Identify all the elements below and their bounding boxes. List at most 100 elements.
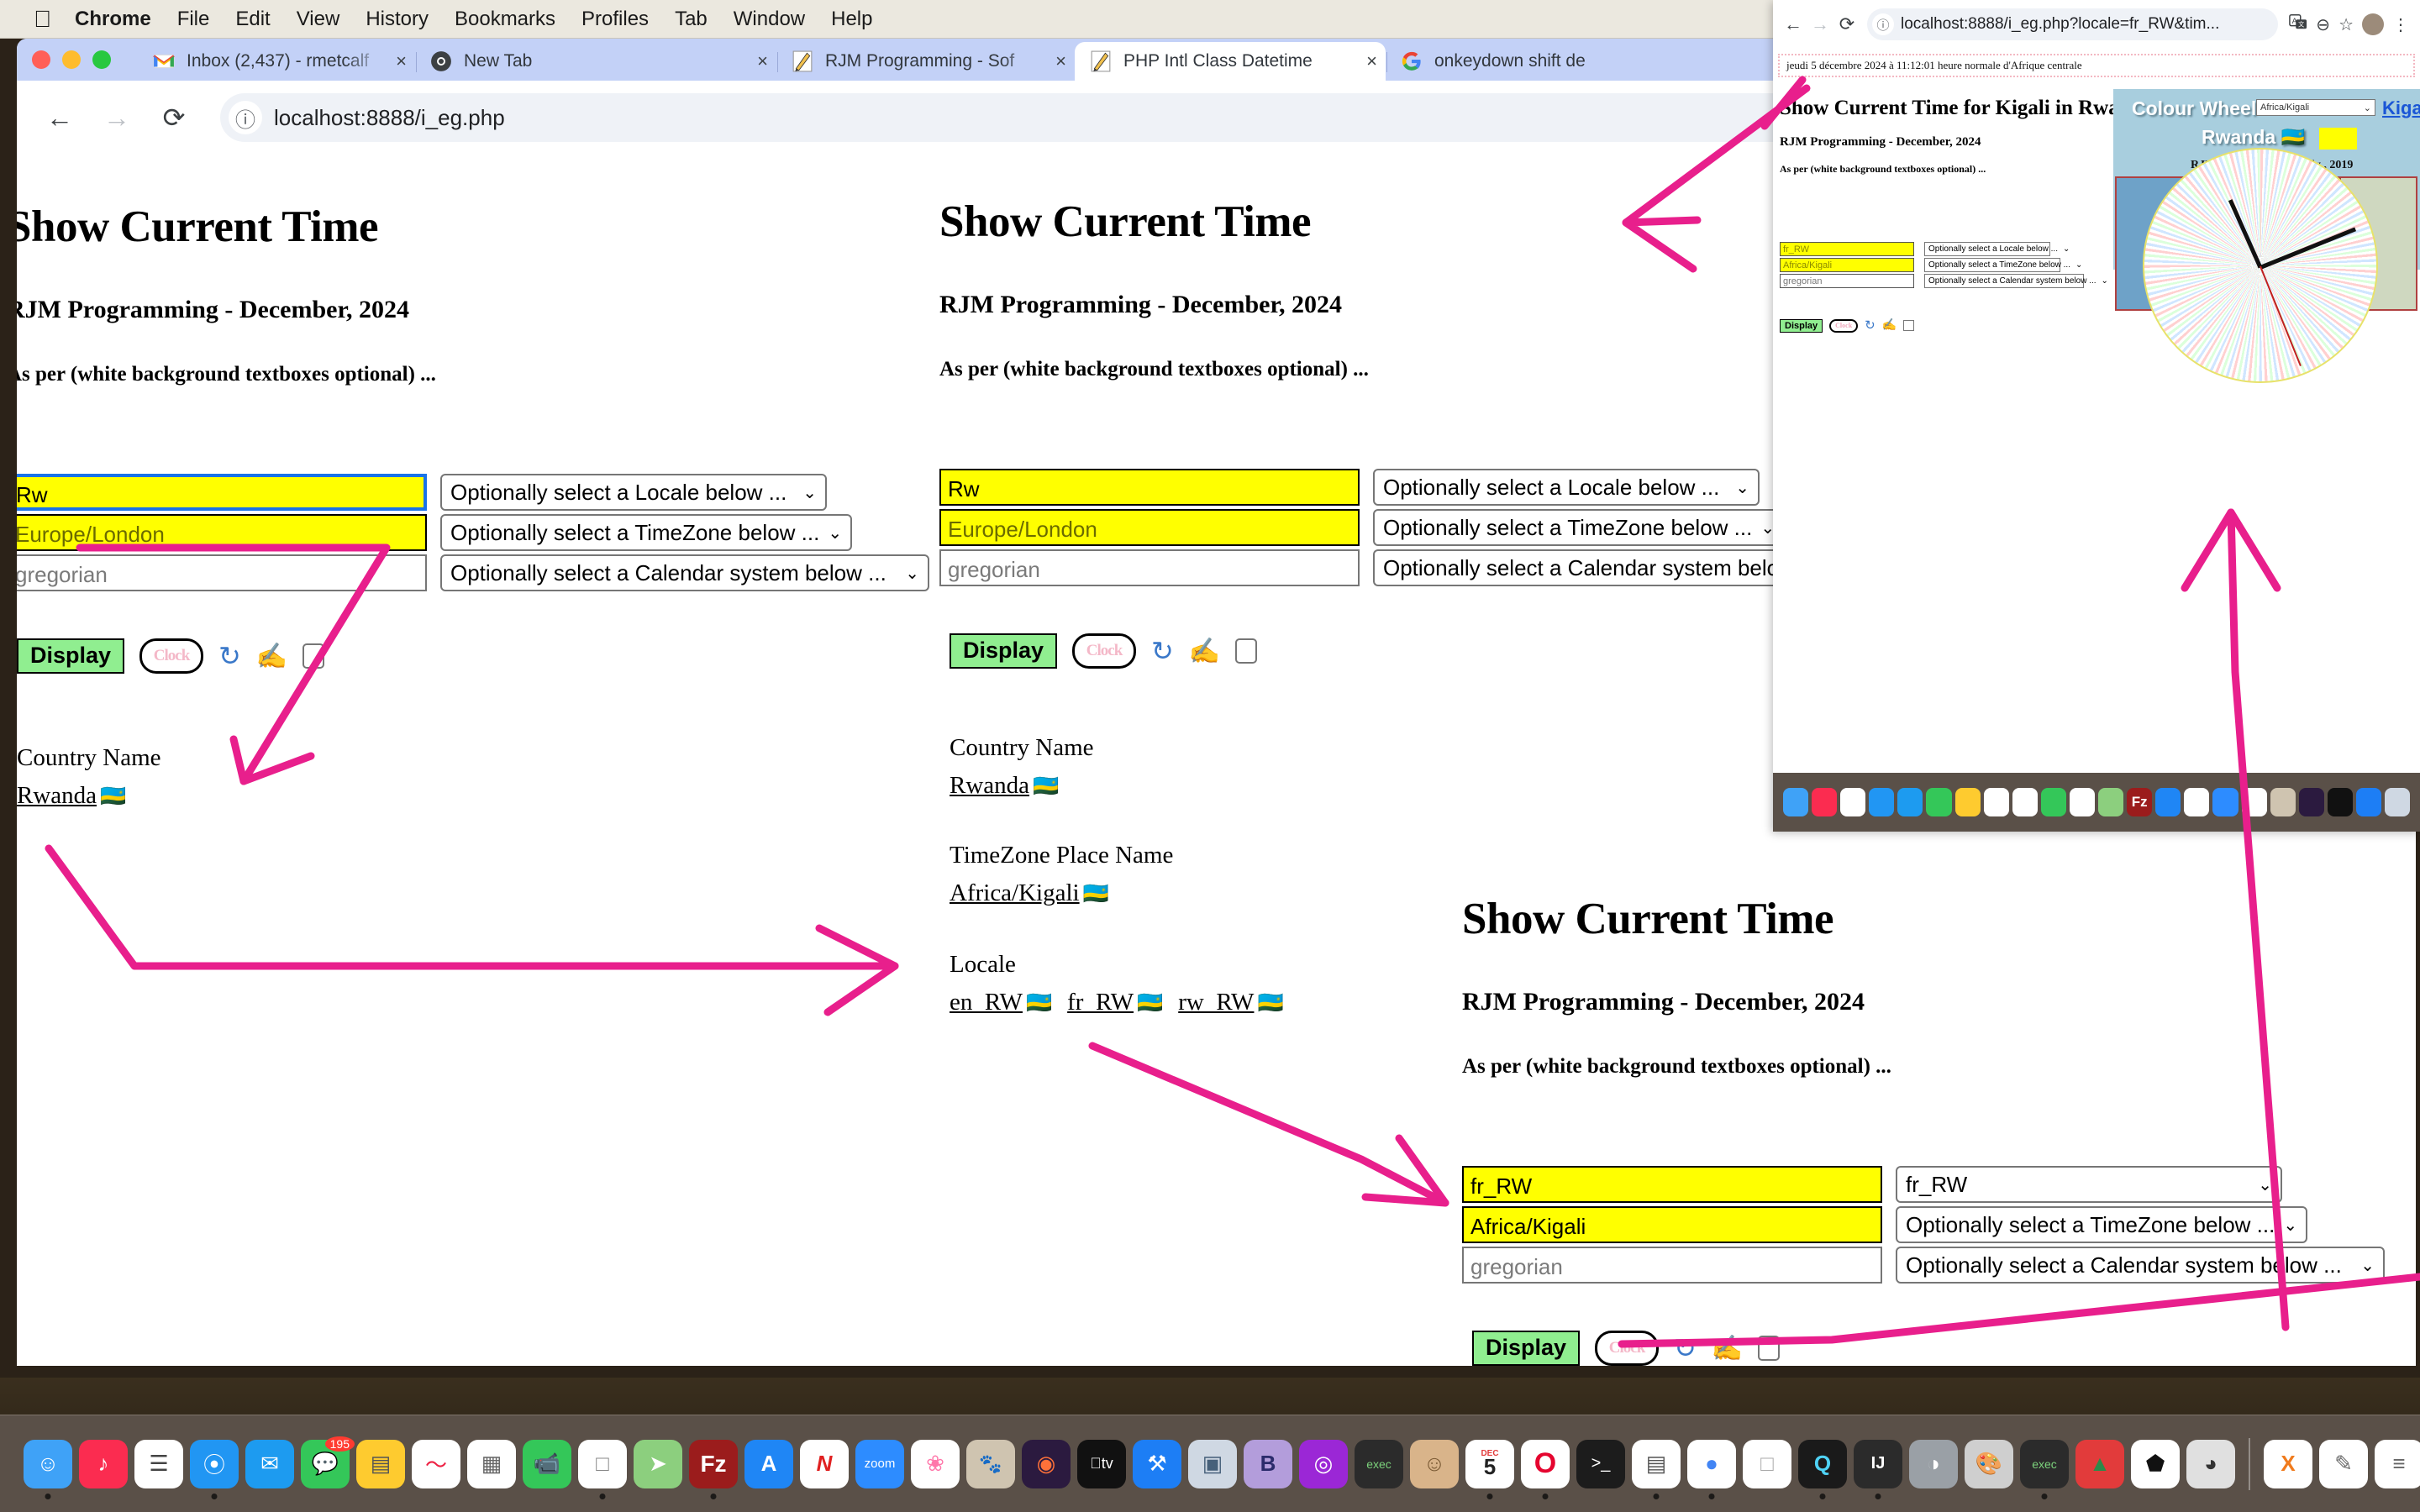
dock-icon-app-store[interactable]: A [744,1439,793,1488]
dock-icon-xcode[interactable] [2355,788,2381,816]
dock-icon-music[interactable]: ♪ [79,1439,128,1488]
dock-icon-bbedit[interactable]: B [1244,1439,1292,1488]
refresh-icon[interactable]: ↻ [1151,635,1174,667]
menu-item-file[interactable]: File [177,8,210,31]
display-button[interactable]: Display [950,633,1058,669]
minimize-window-button[interactable] [62,50,81,69]
dock-icon-cyberduck[interactable]: ◑ [1909,1439,1958,1488]
tab-close-icon[interactable]: × [396,50,407,72]
dock-icon-facetime[interactable]: 📹 [523,1439,571,1488]
dock-icon-xquartz[interactable]: X [2264,1439,2312,1488]
dock-icon-firefox[interactable] [2298,788,2324,816]
dock-icon-photos[interactable]: ❀ [911,1439,960,1488]
calendar-select[interactable]: Optionally select a Calendar system belo… [440,554,929,591]
dock-icon-launchpad[interactable]: ▦ [467,1439,516,1488]
result-value-link[interactable]: rw_RW [1178,989,1254,1016]
dock-icon-calculator[interactable]: ▤ [1632,1439,1681,1499]
dock-icon-zoom[interactable]: zoom [855,1439,904,1488]
tab-onkeydown-shift[interactable]: onkeydown shift de [1386,42,1671,81]
result-value-link[interactable]: fr_RW [1067,989,1134,1016]
menu-item-history[interactable]: History [366,8,429,31]
dock-icon-notability[interactable]: N [800,1439,849,1488]
menu-item-bookmarks[interactable]: Bookmarks [455,8,555,31]
option-checkbox[interactable] [302,643,325,669]
menu-item-tab[interactable]: Tab [675,8,708,31]
dock-icon-pages[interactable]: ✎ [2319,1439,2368,1488]
dock-icon-apple-tv[interactable]: tv [1077,1439,1126,1488]
tab-inbox[interactable]: Inbox (2,437) - rmetcalf × [138,42,417,81]
colour-wheel-city[interactable]: Kigali, [2382,97,2420,119]
dock-icon-stocks[interactable]: 〜 [412,1439,460,1488]
dock-icon-intellij[interactable]: IJ [1854,1439,1902,1499]
locale-select[interactable]: Optionally select a Locale below ... ⌄ [440,474,827,511]
clock-button[interactable]: Clock [1072,633,1137,669]
dock-icon-textedit[interactable]: □ [578,1439,627,1499]
colour-wheel-swatch[interactable] [2319,128,2357,150]
dock-icon-terminal[interactable]: >_ [1576,1439,1625,1488]
dock-icon-music[interactable] [1812,788,1838,816]
mini-back-button[interactable]: ← [1780,13,1807,35]
dock-icon-reminders[interactable]: ☰ [134,1439,183,1488]
dock-icon-maps[interactable] [2098,788,2124,816]
locale-select[interactable]: fr_RW ⌄ [1896,1166,2282,1203]
dock-icon-inkscape[interactable]: ⬟ [2131,1439,2180,1488]
menu-item-chrome[interactable]: Chrome [75,8,151,31]
dock-icon-stocks[interactable] [1983,788,2009,816]
dock-icon-messages[interactable] [1926,788,1952,816]
mini-reload-button[interactable]: ⟳ [1833,13,1860,35]
mini-forward-button[interactable]: → [1807,13,1833,35]
result-value-link[interactable]: en_RW [950,989,1023,1016]
display-button[interactable]: Display [17,638,125,674]
refresh-icon[interactable]: ↻ [218,640,241,672]
mini-calendar-input[interactable]: gregorian [1780,274,1914,288]
dock-icon-filezilla[interactable]: Fz [689,1439,738,1499]
dock-icon-messages[interactable]: 💬 195 [301,1436,355,1488]
timezone-select[interactable]: Optionally select a TimeZone below ... ⌄ [1896,1206,2307,1243]
locale-input[interactable]: fr_RW [1462,1166,1882,1203]
dock-icon-photos[interactable] [2241,788,2267,816]
pencil-icon[interactable]: ✍ [256,642,287,671]
tab-php-intl-class-datetime[interactable]: PHP Intl Class Datetime × [1075,42,1387,81]
mini-refresh-icon[interactable]: ↻ [1865,318,1876,333]
dock-icon-notes[interactable]: ▤ [356,1439,405,1488]
close-window-button[interactable] [32,50,50,69]
timezone-input[interactable]: Africa/Kigali [1462,1206,1882,1243]
display-button[interactable]: Display [1472,1331,1581,1366]
dock-icon-numbers[interactable]: ≡ [2375,1439,2420,1488]
dock-icon-opera[interactable]: O [1521,1439,1570,1499]
dock-icon-maps[interactable]: ➤ [634,1439,682,1488]
avatar[interactable] [2362,13,2384,35]
timezone-select[interactable]: Optionally select a TimeZone below ... ⌄ [440,514,852,551]
refresh-icon[interactable]: ↻ [1674,1332,1697,1364]
timezone-select[interactable]: Optionally select a TimeZone below ... ⌄ [1373,509,1785,546]
dock-icon-launchpad[interactable] [2012,788,2038,816]
bookmark-star-icon[interactable]: ☆ [2338,14,2354,35]
mini-timezone-input[interactable]: Africa/Kigali [1780,258,1914,272]
forward-button[interactable]: → [94,95,139,140]
dock-icon-reminders[interactable] [1840,788,1866,816]
menu-item-window[interactable]: Window [734,8,805,31]
pencil-icon[interactable]: ✍ [1712,1334,1743,1363]
dock-icon-notes[interactable] [1954,788,1981,816]
maximize-window-button[interactable] [92,50,111,69]
timezone-input[interactable]: Europe/London [939,509,1360,546]
option-checkbox[interactable] [1235,638,1258,664]
option-checkbox[interactable] [1758,1336,1781,1361]
clock-button[interactable]: Clock [139,638,204,674]
clock-button[interactable]: Clock [1595,1331,1660,1366]
mini-clock-button[interactable]: Clock [1829,318,1859,333]
translate-icon[interactable]: A 文 [2289,13,2307,36]
mini-pencil-icon[interactable]: ✍ [1882,318,1897,333]
chrome-menu-icon[interactable]: ⋮ [2392,14,2409,35]
mini-address-bar[interactable]: ⓘ localhost:8888/i_eg.php?locale=fr_RW&t… [1867,8,2279,40]
dock-icon-xcode[interactable]: ⚒ [1133,1439,1181,1488]
menu-item-view[interactable]: View [297,8,340,31]
dock-icon-mail[interactable]: ✉ [245,1439,294,1488]
dock-icon-calendar[interactable]: DEC 5 [1465,1439,1514,1499]
mini-timezone-select[interactable]: Optionally select a TimeZone below ... ⌄ [1924,258,2082,272]
zoom-out-icon[interactable]: ⊖ [2316,14,2330,35]
dock-icon-contacts[interactable]: ☺ [1410,1439,1459,1488]
tab-rjm-programming[interactable]: RJM Programming - Sof × [776,42,1076,81]
calendar-input[interactable]: gregorian [1462,1247,1882,1284]
tab-close-icon[interactable]: × [757,50,768,72]
